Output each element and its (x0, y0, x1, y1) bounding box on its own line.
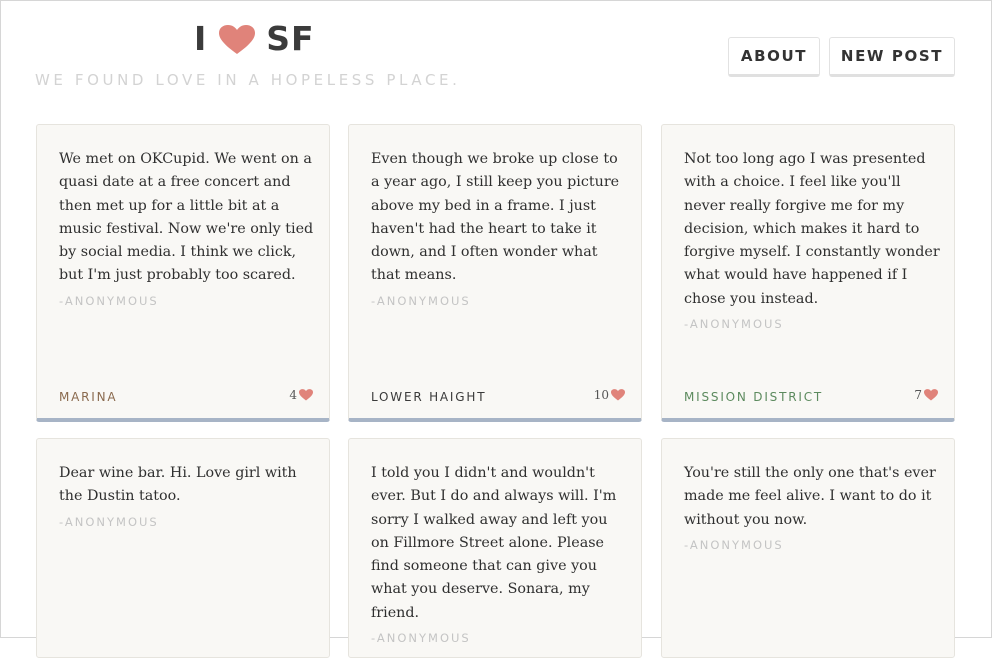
post-card[interactable]: Not too long ago I was presented with a … (661, 124, 955, 422)
tagline: WE FOUND LOVE IN A HOPELESS PLACE. (35, 71, 461, 89)
post-body: Dear wine bar. Hi. Love girl with the Du… (59, 465, 297, 505)
post-author: -ANONYMOUS (371, 293, 471, 308)
post-card[interactable]: Even though we broke up close to a year … (348, 124, 642, 422)
site-logo[interactable]: I SF (194, 19, 315, 58)
post-body: We met on OKCupid. We went on a quasi da… (59, 151, 314, 284)
post-card[interactable]: We met on OKCupid. We went on a quasi da… (36, 124, 330, 422)
neighborhood-label[interactable]: MARINA (59, 390, 117, 404)
post-text: We met on OKCupid. We went on a quasi da… (59, 148, 315, 313)
heart-icon (611, 389, 625, 401)
post-body: You're still the only one that's ever ma… (684, 465, 936, 528)
post-card[interactable]: I told you I didn't and wouldn't ever. B… (348, 438, 642, 658)
post-body: I told you I didn't and wouldn't ever. B… (371, 465, 617, 621)
post-body: Even though we broke up close to a year … (371, 151, 620, 284)
like-count: 7 (914, 388, 922, 402)
like-count: 10 (593, 388, 609, 402)
like-button[interactable]: 7 (914, 388, 938, 402)
new-post-button[interactable]: NEW POST (829, 37, 955, 77)
heart-icon (219, 24, 256, 54)
like-count: 4 (289, 388, 297, 402)
about-button[interactable]: ABOUT (728, 37, 820, 77)
neighborhood-label[interactable]: MISSION DISTRICT (684, 390, 823, 404)
heart-icon (299, 389, 313, 401)
post-text: Not too long ago I was presented with a … (684, 148, 940, 336)
post-text: You're still the only one that's ever ma… (684, 462, 940, 557)
logo-left-text: I (194, 19, 208, 58)
post-author: -ANONYMOUS (59, 293, 159, 308)
logo-right-text: SF (266, 19, 315, 58)
post-text: Dear wine bar. Hi. Love girl with the Du… (59, 462, 315, 534)
post-card[interactable]: Dear wine bar. Hi. Love girl with the Du… (36, 438, 330, 658)
post-text: I told you I didn't and wouldn't ever. B… (371, 462, 627, 650)
header: I SF WE FOUND LOVE IN A HOPELESS PLACE. … (1, 1, 991, 111)
post-card[interactable]: You're still the only one that's ever ma… (661, 438, 955, 658)
like-button[interactable]: 10 (594, 388, 625, 402)
post-author: -ANONYMOUS (684, 317, 784, 332)
neighborhood-label[interactable]: LOWER HAIGHT (371, 390, 486, 404)
like-button[interactable]: 4 (289, 388, 313, 402)
post-author: -ANONYMOUS (371, 631, 471, 646)
post-text: Even though we broke up close to a year … (371, 148, 627, 313)
heart-icon (924, 389, 938, 401)
post-author: -ANONYMOUS (684, 537, 784, 552)
post-author: -ANONYMOUS (59, 514, 159, 529)
post-body: Not too long ago I was presented with a … (684, 151, 940, 307)
